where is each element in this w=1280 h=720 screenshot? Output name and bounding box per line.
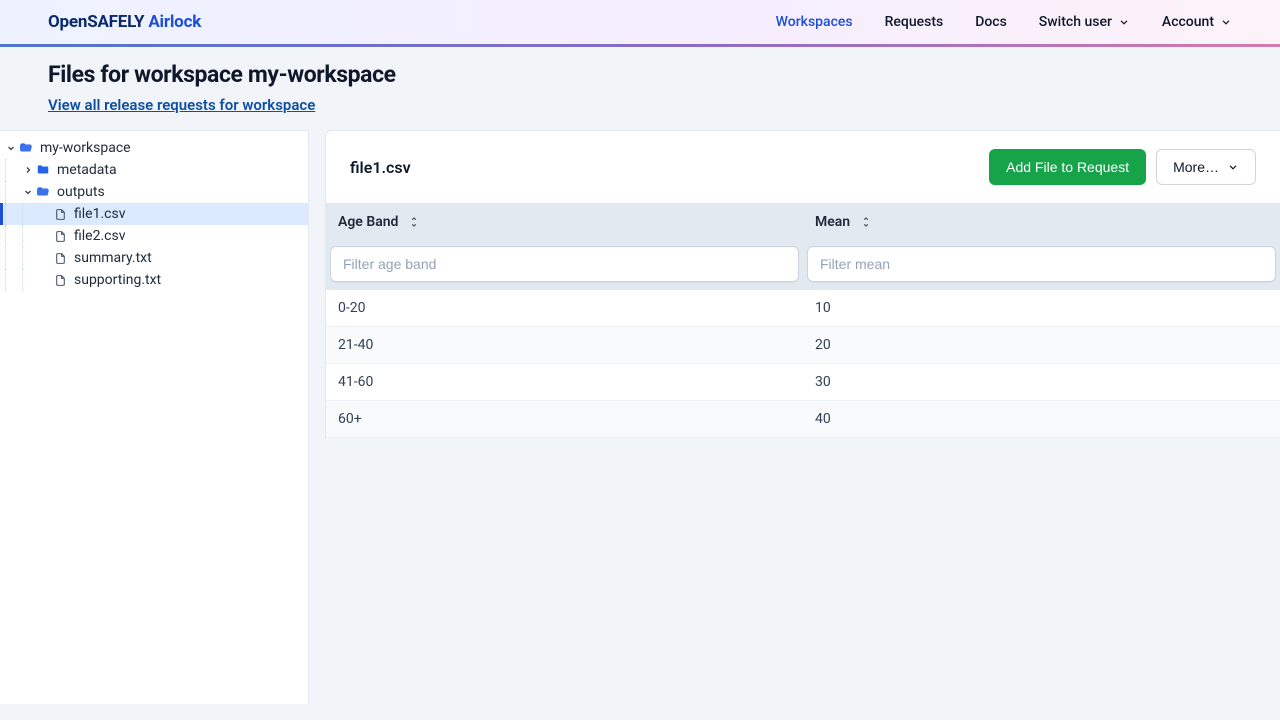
nav-item-label: Switch user bbox=[1039, 14, 1112, 30]
nav-item-switch-user[interactable]: Switch user bbox=[1039, 14, 1130, 30]
table-cell: 40 bbox=[803, 401, 1280, 438]
file-card-header: file1.csv Add File to Request More… bbox=[326, 131, 1280, 203]
tree-item-label: metadata bbox=[57, 162, 117, 178]
column-header-label: Age Band bbox=[338, 214, 398, 230]
table-cell: 30 bbox=[803, 364, 1280, 401]
chevron-down-icon[interactable] bbox=[21, 187, 35, 197]
more-actions-button[interactable]: More… bbox=[1156, 149, 1256, 185]
folder-open-icon bbox=[18, 141, 34, 155]
table-header-row: Age Band Mean bbox=[326, 204, 1280, 240]
table-cell: 41-60 bbox=[326, 364, 803, 401]
nav-item-label: Account bbox=[1162, 14, 1214, 30]
chevron-down-icon bbox=[1220, 16, 1232, 28]
column-filter-input[interactable] bbox=[330, 246, 799, 282]
tree-item-label: outputs bbox=[57, 184, 105, 200]
table-cell: 60+ bbox=[326, 401, 803, 438]
chevron-right-icon[interactable] bbox=[21, 165, 35, 175]
tree-file-summary-txt[interactable]: summary.txt bbox=[0, 247, 308, 269]
tree-item-label: summary.txt bbox=[74, 250, 152, 266]
folder-icon bbox=[35, 163, 51, 177]
table-cell: 20 bbox=[803, 327, 1280, 364]
tree-file-file2-csv[interactable]: file2.csv bbox=[0, 225, 308, 247]
table-filter-row bbox=[326, 240, 1280, 290]
tree-folder-outputs[interactable]: outputs bbox=[0, 181, 308, 203]
nav-item-label: Workspaces bbox=[776, 14, 853, 30]
sort-icon bbox=[408, 215, 420, 229]
content-area: my-workspacemetadataoutputsfile1.csvfile… bbox=[0, 130, 1280, 712]
tree-folder-metadata[interactable]: metadata bbox=[0, 159, 308, 181]
column-filter-input[interactable] bbox=[807, 246, 1276, 282]
top-navbar: OpenSAFELY Airlock Workspaces Requests Doc… bbox=[0, 0, 1280, 44]
folder-open-icon bbox=[35, 185, 51, 199]
file-card: file1.csv Add File to Request More… Age … bbox=[325, 130, 1280, 438]
table-cell: 21-40 bbox=[326, 327, 803, 364]
file-icon bbox=[52, 208, 68, 221]
column-header-label: Mean bbox=[815, 214, 850, 230]
tree-root[interactable]: my-workspace bbox=[0, 137, 308, 159]
column-header[interactable]: Age Band bbox=[326, 204, 803, 240]
column-filter-cell bbox=[326, 240, 803, 290]
chevron-down-icon[interactable] bbox=[4, 143, 18, 153]
file-icon bbox=[52, 274, 68, 287]
column-filter-cell bbox=[803, 240, 1280, 290]
nav-item-workspaces[interactable]: Workspaces bbox=[776, 14, 853, 30]
nav-item-label: Docs bbox=[975, 14, 1007, 30]
tree-item-label: my-workspace bbox=[40, 140, 131, 156]
table-row[interactable]: 0-2010 bbox=[326, 290, 1280, 327]
more-button-label: More… bbox=[1173, 159, 1219, 175]
file-actions: Add File to Request More… bbox=[989, 149, 1256, 185]
file-tree-pane: my-workspace metadata outputs file1.csv file… bbox=[0, 130, 309, 704]
tree-item-label: file2.csv bbox=[74, 228, 125, 244]
table-row[interactable]: 60+40 bbox=[326, 401, 1280, 438]
column-header[interactable]: Mean bbox=[803, 204, 1280, 240]
tree-resize-handle[interactable] bbox=[305, 131, 311, 704]
chevron-down-icon bbox=[1227, 161, 1239, 173]
table-cell: 10 bbox=[803, 290, 1280, 327]
data-table: Age Band Mean 0-201021-402041-603060+40 bbox=[326, 204, 1280, 438]
tree-item-label: file1.csv bbox=[74, 206, 125, 222]
sort-icon bbox=[860, 215, 872, 229]
chevron-down-icon bbox=[1118, 16, 1130, 28]
file-name: file1.csv bbox=[350, 158, 411, 177]
table-cell: 0-20 bbox=[326, 290, 803, 327]
brand[interactable]: OpenSAFELY Airlock bbox=[48, 12, 201, 32]
tree-file-supporting-txt[interactable]: supporting.txt bbox=[0, 269, 308, 291]
table-wrap: Age Band Mean 0-201021-402041-603060+40 bbox=[326, 203, 1280, 438]
page-title: Files for workspace my-workspace bbox=[48, 61, 1232, 88]
table-body: 0-201021-402041-603060+40 bbox=[326, 290, 1280, 438]
table-row[interactable]: 21-4020 bbox=[326, 327, 1280, 364]
nav-item-requests[interactable]: Requests bbox=[885, 14, 944, 30]
brand-text-1: OpenSAFELY bbox=[48, 12, 144, 32]
tree-item-label: supporting.txt bbox=[74, 272, 161, 288]
file-tree: my-workspace metadata outputs file1.csv file… bbox=[0, 131, 308, 297]
add-file-to-request-button[interactable]: Add File to Request bbox=[989, 149, 1146, 185]
nav-item-account[interactable]: Account bbox=[1162, 14, 1232, 30]
page-header: Files for workspace my-workspace View al… bbox=[0, 47, 1280, 130]
nav-links: Workspaces Requests Docs Switch user Account bbox=[776, 14, 1232, 30]
nav-item-label: Requests bbox=[885, 14, 944, 30]
table-row[interactable]: 41-6030 bbox=[326, 364, 1280, 401]
view-requests-link[interactable]: View all release requests for workspace bbox=[48, 96, 315, 114]
nav-item-docs[interactable]: Docs bbox=[975, 14, 1007, 30]
tree-file-file1-csv[interactable]: file1.csv bbox=[0, 203, 308, 225]
brand-text-2: Airlock bbox=[144, 12, 201, 32]
file-icon bbox=[52, 230, 68, 243]
main-pane: file1.csv Add File to Request More… Age … bbox=[309, 130, 1280, 712]
file-icon bbox=[52, 252, 68, 265]
